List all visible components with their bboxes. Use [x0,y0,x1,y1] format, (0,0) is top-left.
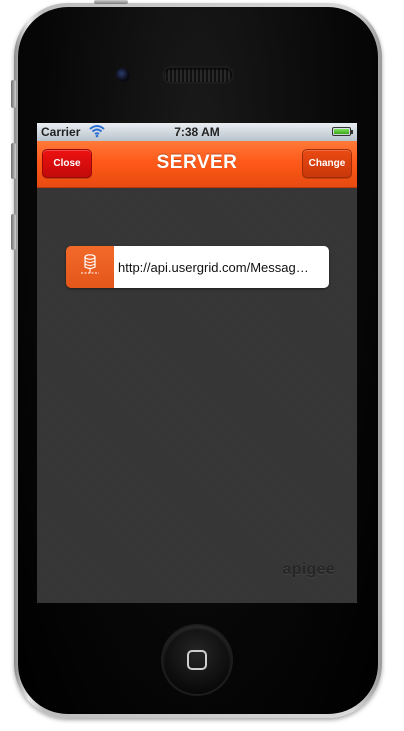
app-screen: Carrier 7:38 AM Close SERVER Change http… [37,123,357,603]
sleep-wake-button [94,0,128,4]
server-url-field[interactable]: http://api.usergrid.com/Messag… [114,246,329,288]
server-url-row[interactable]: http://api.usergrid.com/Messag… [66,246,329,288]
battery-icon [332,127,353,136]
navigation-bar: Close SERVER Change [37,141,357,188]
volume-down-button [11,214,16,250]
apigee-logo: apigee [282,561,335,578]
mute-switch [11,80,16,108]
front-camera-icon [116,68,130,82]
main-content: http://api.usergrid.com/Messag… apigee [37,188,357,603]
status-time: 7:38 AM [174,125,220,139]
status-bar: Carrier 7:38 AM [37,123,357,141]
change-button[interactable]: Change [302,149,352,178]
server-icon-box [66,246,114,288]
home-square-icon [187,650,207,670]
database-server-icon [79,253,101,282]
home-button[interactable] [163,626,231,694]
earpiece-speaker-icon [164,68,232,82]
volume-up-button [11,143,16,179]
